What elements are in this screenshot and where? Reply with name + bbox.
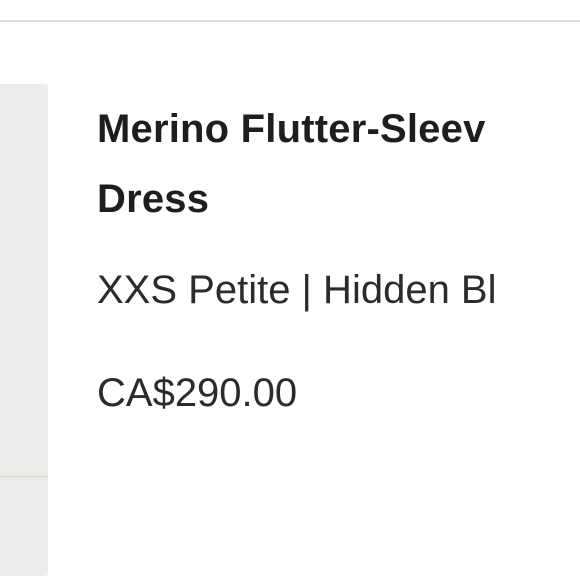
top-divider <box>0 0 580 22</box>
cart-line-item[interactable]: Merino Flutter-Sleev Dress XXS Petite | … <box>0 22 580 580</box>
thumbnail-fold-line <box>0 476 48 477</box>
product-name-line1: Merino Flutter-Sleev <box>97 107 486 151</box>
product-name[interactable]: Merino Flutter-Sleev Dress <box>97 94 580 234</box>
product-variant: XXS Petite | Hidden Bl <box>97 268 497 312</box>
product-thumbnail[interactable] <box>0 84 48 576</box>
product-price: CA$290.00 <box>97 371 298 415</box>
product-name-line2: Dress <box>97 177 210 221</box>
product-info: Merino Flutter-Sleev Dress XXS Petite | … <box>97 94 580 417</box>
